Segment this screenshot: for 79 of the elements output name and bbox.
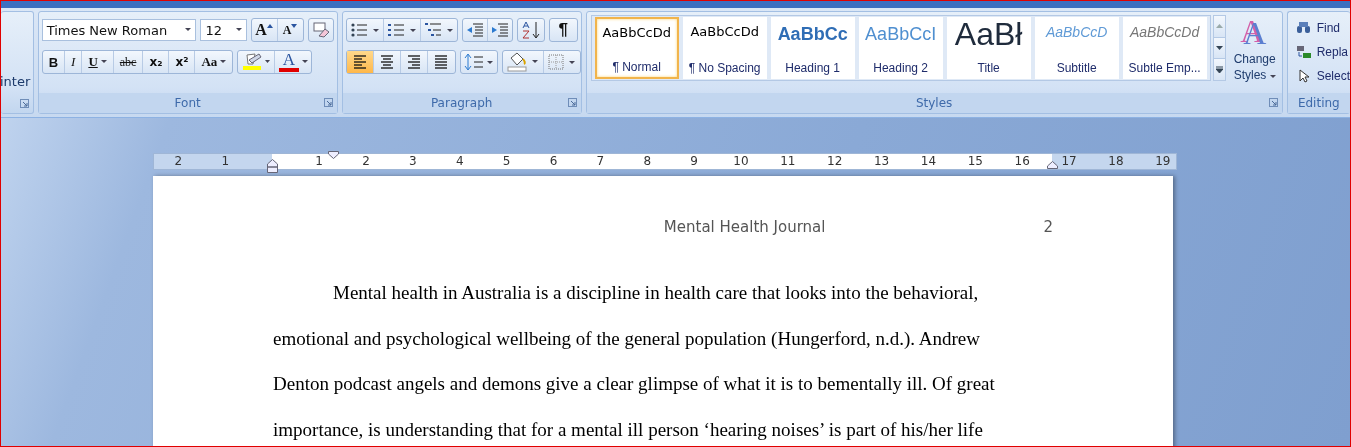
caret-icon[interactable] — [185, 28, 192, 32]
font-group-label: Font — [174, 96, 201, 110]
up-triangle-icon — [266, 24, 273, 28]
style-item[interactable]: AaBbCcDd Subtle Emp... — [1122, 17, 1207, 79]
ruler-number: 19 — [1154, 154, 1172, 169]
ruler-number: 13 — [872, 154, 891, 169]
ruler-number: 3 — [408, 154, 418, 169]
more-icon — [1215, 66, 1223, 74]
strike-button[interactable]: abc — [113, 51, 144, 73]
shrink-font-button[interactable]: A — [277, 19, 303, 41]
binoculars-icon — [1295, 20, 1312, 35]
align-center-icon — [378, 55, 395, 69]
styles-group-label: Styles — [915, 96, 953, 110]
ruler-number: 14 — [919, 154, 938, 169]
page-number: 2 — [1043, 218, 1053, 236]
align-left-icon — [351, 55, 368, 69]
down-triangle-icon — [291, 24, 298, 28]
replace-button[interactable]: Repla — [1295, 41, 1350, 62]
ruler-number: 6 — [548, 154, 559, 169]
align-right-icon — [405, 55, 422, 69]
scroll-down-button[interactable] — [1213, 37, 1225, 60]
ruler-number: 11 — [779, 154, 797, 169]
ruler-number: 2 — [361, 154, 371, 169]
italic-button[interactable]: I — [65, 51, 83, 73]
style-item[interactable]: AaBbCcDd ¶ Normal — [594, 17, 679, 79]
dialog-launcher-icon[interactable] — [19, 99, 29, 108]
ruler-number: 10 — [732, 154, 750, 169]
sub-button[interactable]: x₂ — [143, 51, 170, 73]
font-size-field[interactable]: 12 — [200, 19, 247, 41]
ruler-number: 2 — [173, 154, 184, 169]
font-name-field[interactable]: Times New Roman — [41, 19, 197, 41]
more-styles-button[interactable] — [1213, 59, 1225, 80]
select-button[interactable]: Select — [1295, 65, 1350, 86]
caret-icon[interactable] — [235, 28, 242, 32]
bold-button[interactable]: B — [42, 51, 66, 73]
show-formatting-marks-button[interactable]: ¶ — [549, 19, 577, 41]
caret-icon[interactable] — [100, 60, 107, 64]
style-item[interactable]: AaBł Title — [946, 17, 1031, 79]
page-header: Mental Health Journal — [663, 218, 826, 236]
dialog-launcher-icon[interactable] — [323, 98, 333, 107]
ruler-number: 18 — [1107, 154, 1125, 169]
align-left-button[interactable] — [346, 51, 374, 73]
super-button[interactable]: x² — [169, 51, 196, 73]
editing-group-label: Editing — [1297, 96, 1340, 110]
ruler-number: 1 — [220, 154, 231, 169]
ruler-number: 5 — [501, 154, 512, 169]
underline-button[interactable]: U — [82, 51, 114, 73]
replace-icon — [1295, 44, 1312, 59]
ruler-number: 9 — [689, 154, 699, 169]
style-item[interactable]: AaBbCc Heading 1 — [770, 17, 855, 79]
down-arrow-icon — [1215, 46, 1223, 50]
ruler-number: 8 — [642, 154, 652, 169]
find-button[interactable]: Find — [1295, 17, 1350, 38]
ruler-number: 1 — [314, 154, 324, 169]
body-paragraph: Mental health in Australia is a discipline in health care that looks into the behavioral, emotional and psychological wellbeing of the general population (Hungerford, n.d.). Andrew Denton podcast angels and demons give a clear glimpse of what it is to bementally ill. Of great importance, is understanding that for a mental ill person ‘hearing noises’ is part of his/her life — [273, 281, 996, 443]
first-line-indent-marker[interactable] — [328, 151, 339, 159]
format-painter-label[interactable]: inter — [1, 74, 31, 89]
style-item[interactable]: AaBbCcD Subtitle — [1034, 17, 1119, 79]
hanging-indent-marker[interactable] — [267, 159, 278, 173]
dialog-launcher-icon[interactable] — [1268, 98, 1278, 107]
up-arrow-icon — [1215, 24, 1223, 29]
ruler-number: 17 — [1060, 154, 1078, 169]
paragraph-group-label: Paragraph — [430, 96, 493, 110]
style-item[interactable]: AaBbCcI Heading 2 — [858, 17, 943, 79]
ruler-number: 4 — [454, 154, 465, 169]
align-justify-icon — [433, 55, 450, 69]
caret-icon — [1269, 75, 1276, 79]
right-indent-marker[interactable] — [1047, 161, 1058, 169]
case-button[interactable]: Aa — [195, 51, 233, 73]
caret-icon[interactable] — [301, 60, 308, 64]
style-item[interactable]: AaBbCcDd ¶ No Spacing — [682, 17, 767, 79]
ruler-number: 12 — [826, 154, 844, 169]
change-styles-button[interactable]: A Change Styles — [1227, 15, 1282, 83]
ruler-number: 15 — [966, 154, 984, 169]
caret-icon[interactable] — [220, 60, 227, 64]
ruler-number: 16 — [1013, 154, 1031, 169]
grow-font-button[interactable]: A — [251, 19, 278, 41]
dialog-launcher-icon[interactable] — [567, 98, 577, 107]
ruler-number: 7 — [595, 154, 606, 169]
